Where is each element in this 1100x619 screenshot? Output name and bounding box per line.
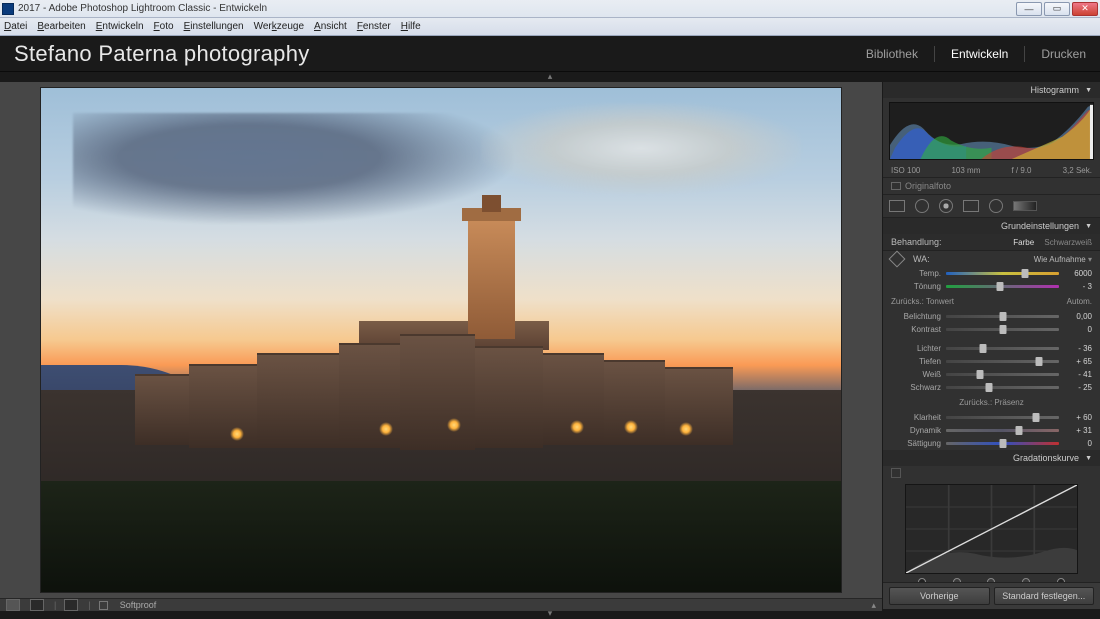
slider-clarity[interactable]: Klarheit + 60 <box>883 411 1100 424</box>
tool-strip <box>883 195 1100 218</box>
close-button[interactable]: ✕ <box>1072 2 1098 16</box>
treatment-color[interactable]: Farbe <box>1013 238 1034 247</box>
slider-contrast[interactable]: Kontrast 0 <box>883 323 1100 336</box>
module-develop[interactable]: Entwickeln <box>951 47 1008 61</box>
meta-aperture: f / 9.0 <box>1011 166 1031 175</box>
minimize-button[interactable]: — <box>1016 2 1042 16</box>
meta-focal: 103 mm <box>951 166 980 175</box>
original-icon <box>891 182 901 190</box>
redeye-tool-icon[interactable] <box>939 199 953 213</box>
slider-saturation[interactable]: Sättigung 0 <box>883 437 1100 450</box>
curve-panel-header[interactable]: Gradationskurve▼ <box>883 450 1100 466</box>
tone-reset-row: Zurücks.: Tonwert Autom. <box>883 293 1100 310</box>
softproof-checkbox[interactable] <box>99 601 108 610</box>
menu-werkzeuge[interactable]: Werkzeuge <box>254 21 304 32</box>
wb-preset-dropdown[interactable]: Wie Aufnahme <box>1034 255 1092 264</box>
presence-reset-row: Zurücks.: Präsenz <box>883 394 1100 411</box>
white-balance-row: WA: Wie Aufnahme <box>883 251 1100 267</box>
slider-whites[interactable]: Weiß - 41 <box>883 368 1100 381</box>
before-after-button[interactable] <box>30 599 44 611</box>
crop-tool-icon[interactable] <box>889 200 905 212</box>
menu-hilfe[interactable]: Hilfe <box>401 21 421 32</box>
meta-shutter: 3,2 Sek. <box>1063 166 1092 175</box>
app-icon <box>2 3 14 15</box>
menu-foto[interactable]: Foto <box>154 21 174 32</box>
brush-tool-icon[interactable] <box>1013 201 1037 211</box>
slider-blacks[interactable]: Schwarz - 25 <box>883 381 1100 394</box>
before-after-split-button[interactable] <box>64 599 78 611</box>
menu-fenster[interactable]: Fenster <box>357 21 391 32</box>
menu-datei[interactable]: Datei <box>4 21 27 32</box>
basic-panel-header[interactable]: Grundeinstellungen▼ <box>883 218 1100 234</box>
window-title: 2017 - Adobe Photoshop Lightroom Classic… <box>18 3 1016 14</box>
maximize-button[interactable]: ▭ <box>1044 2 1070 16</box>
slider-temp[interactable]: Temp. 6000 <box>883 267 1100 280</box>
menu-bearbeiten[interactable]: Bearbeiten <box>37 21 85 32</box>
softproof-label: Softproof <box>120 600 157 610</box>
tone-auto-button[interactable]: Autom. <box>954 297 1092 306</box>
menu-einstellungen[interactable]: Einstellungen <box>184 21 244 32</box>
tone-reset-link[interactable]: Zurücks.: Tonwert <box>891 297 954 306</box>
wb-dropper-icon[interactable] <box>889 251 906 268</box>
module-library[interactable]: Bibliothek <box>866 47 918 61</box>
module-print[interactable]: Drucken <box>1041 47 1086 61</box>
treatment-row: Behandlung: Farbe Schwarzweiß <box>883 234 1100 251</box>
module-separator <box>934 46 935 62</box>
slider-vibrance[interactable]: Dynamik + 31 <box>883 424 1100 437</box>
histogram-panel-header[interactable]: Histogramm▼ <box>883 82 1100 98</box>
treatment-bw[interactable]: Schwarzweiß <box>1044 238 1092 247</box>
module-picker: Bibliothek Entwickeln Drucken <box>866 46 1086 62</box>
spot-tool-icon[interactable] <box>915 199 929 213</box>
menu-bar: Datei Bearbeiten Entwickeln Foto Einstel… <box>0 18 1100 36</box>
right-panel-buttons: Vorherige Standard festlegen... <box>883 582 1100 609</box>
photo-preview[interactable] <box>41 88 841 592</box>
loupe-view-button[interactable] <box>6 599 20 611</box>
slider-tint[interactable]: Tönung - 3 <box>883 280 1100 293</box>
slider-shadows[interactable]: Tiefen + 65 <box>883 355 1100 368</box>
window-titlebar: 2017 - Adobe Photoshop Lightroom Classic… <box>0 0 1100 18</box>
histogram-metadata: ISO 100 103 mm f / 9.0 3,2 Sek. <box>883 164 1100 177</box>
set-default-button[interactable]: Standard festlegen... <box>994 587 1095 605</box>
menu-entwickeln[interactable]: Entwickeln <box>96 21 144 32</box>
slider-exposure[interactable]: Belichtung 0,00 <box>883 310 1100 323</box>
curve-target-icon[interactable] <box>891 468 901 478</box>
presence-reset-link[interactable]: Zurücks.: Präsenz <box>891 398 1092 407</box>
preview-area: | | Softproof ▴ <box>0 82 882 609</box>
module-separator <box>1024 46 1025 62</box>
right-panel: Histogramm▼ ISO 100 103 mm f / 9.0 3,2 S… <box>882 82 1100 609</box>
identity-plate-row: Stefano Paterna photography Bibliothek E… <box>0 36 1100 72</box>
identity-plate: Stefano Paterna photography <box>14 41 310 67</box>
meta-iso: ISO 100 <box>891 166 920 175</box>
histogram-display[interactable] <box>889 102 1094 160</box>
tone-curve[interactable] <box>905 484 1078 574</box>
previous-button[interactable]: Vorherige <box>889 587 990 605</box>
radial-tool-icon[interactable] <box>989 199 1003 213</box>
gradient-tool-icon[interactable] <box>963 200 979 212</box>
menu-ansicht[interactable]: Ansicht <box>314 21 347 32</box>
develop-toolbar: | | Softproof ▴ <box>0 598 882 611</box>
slider-highlights[interactable]: Lichter - 36 <box>883 342 1100 355</box>
original-photo-toggle[interactable]: Originalfoto <box>883 177 1100 195</box>
toolbar-expand-icon[interactable]: ▴ <box>871 600 876 611</box>
top-panel-toggle[interactable]: ▴ <box>0 72 1100 82</box>
